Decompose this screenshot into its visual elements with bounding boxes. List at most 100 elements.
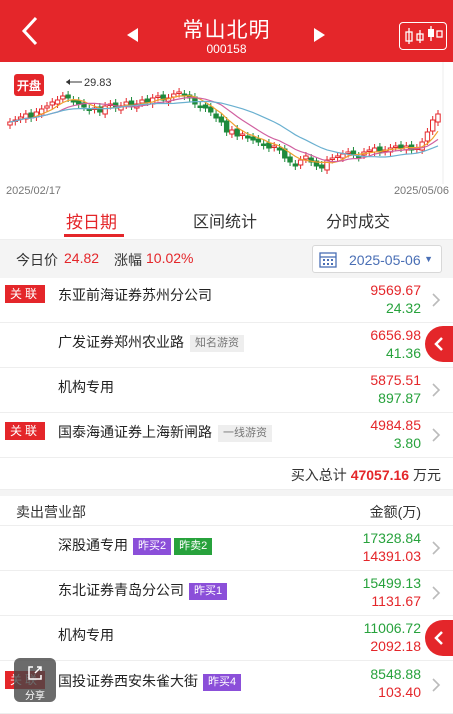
candle-body xyxy=(292,163,299,167)
broker-name: 机构专用 xyxy=(58,627,114,643)
buy-total-row: 买入总计 47057.16 万元 xyxy=(0,458,453,490)
candle-body xyxy=(239,133,246,136)
collapse-panel-button[interactable] xyxy=(425,620,453,656)
candle-body xyxy=(398,144,404,149)
candle-body xyxy=(340,153,346,159)
share-button[interactable]: 分享 xyxy=(14,658,56,702)
candle-body xyxy=(202,104,209,109)
sell-amount: 8548.88 xyxy=(370,666,421,682)
buy-row[interactable]: 机构专用 5875.51 897.87 xyxy=(0,368,453,413)
trader-badge: 知名游资 xyxy=(190,335,244,352)
broker-name: 东亚前海证券苏州分公司 xyxy=(58,287,212,303)
sell-amount: 41.36 xyxy=(385,345,421,361)
next-stock-button[interactable] xyxy=(310,26,328,44)
amount-unit-label: 金额(万) xyxy=(369,504,421,520)
candle-body xyxy=(75,100,82,105)
share-label: 分享 xyxy=(25,691,45,702)
yesterday-buy-badge: 昨买4 xyxy=(203,674,242,691)
candle-body xyxy=(424,131,431,142)
yesterday-buy-badge: 昨买2 xyxy=(133,538,172,555)
sell-amount: 897.87 xyxy=(378,390,421,406)
sell-row[interactable]: 深股通专用 昨买2 昨卖2 17328.84 14391.03 xyxy=(0,526,453,571)
chevron-right-icon xyxy=(432,293,441,307)
candle-body xyxy=(255,138,262,143)
candle-body xyxy=(329,157,336,160)
chevron-right-icon xyxy=(432,678,441,692)
buy-row[interactable]: 关联 东亚前海证券苏州分公司 9569.67 24.32 xyxy=(0,278,453,323)
sell-amount: 3.80 xyxy=(393,435,421,451)
candle-body xyxy=(86,108,92,111)
chevron-right-icon xyxy=(432,586,441,600)
candle-body xyxy=(49,101,55,106)
buy-amount: 2092.18 xyxy=(370,638,421,654)
share-icon xyxy=(28,666,42,680)
active-tab-indicator xyxy=(64,234,124,237)
candlestick-chart: 开盘 29.83 xyxy=(7,62,444,184)
chart-start-date: 2025/02/17 xyxy=(6,185,62,197)
tab-time-trades[interactable]: 分时成交 xyxy=(326,208,390,232)
broker-name: 深股通专用 昨买2 昨卖2 xyxy=(58,535,213,555)
buy-amount: 5875.51 xyxy=(370,372,421,388)
change-label: 涨幅 xyxy=(114,252,142,268)
broker-name: 国泰海通证券上海新闸路 一线游资 xyxy=(58,422,272,442)
candle-body xyxy=(393,145,399,148)
tab-bar: 按日期 区间统计 分时成交 xyxy=(0,200,453,240)
date-selector[interactable]: 2025-05-06 ▼ xyxy=(312,245,442,273)
sell-row[interactable]: 机构专用 11006.72 2092.18 xyxy=(0,616,453,661)
buy-amount: 4984.85 xyxy=(370,417,421,433)
broker-name: 机构专用 xyxy=(58,379,114,395)
sell-brokers-title: 卖出营业部 xyxy=(16,504,86,520)
chevron-right-icon xyxy=(432,428,441,442)
buy-total: 买入总计 47057.16 万元 xyxy=(290,467,441,483)
price-chart[interactable]: 开盘 29.83 xyxy=(0,62,453,200)
candle-body xyxy=(260,143,267,146)
chevron-right-icon xyxy=(432,383,441,397)
candle-body xyxy=(250,136,256,141)
peak-arrow-icon xyxy=(66,79,70,85)
candle-body xyxy=(139,99,145,104)
candle-body xyxy=(176,91,182,94)
sell-row[interactable]: 关联 国投证券西安朱雀大街昨买4 8548.88 103.40 xyxy=(0,661,453,714)
candle-body xyxy=(276,147,283,151)
candle-body xyxy=(197,105,203,108)
candle-body xyxy=(266,142,272,149)
tab-range-stats[interactable]: 区间统计 xyxy=(193,208,257,232)
candle-body xyxy=(234,128,240,137)
related-tag: 关联 xyxy=(5,285,45,303)
sell-row[interactable]: 东北证券青岛分公司 昨买1 15499.13 1131.67 xyxy=(0,571,453,616)
candle-body xyxy=(271,145,277,148)
related-tag: 关联 xyxy=(5,422,45,440)
buy-amount: 103.40 xyxy=(378,684,421,700)
broker-name: 东北证券青岛分公司 昨买1 xyxy=(58,580,228,600)
candle-body xyxy=(54,99,61,105)
buy-row[interactable]: 关联 国泰海通证券上海新闸路 一线游资 4984.85 3.80 xyxy=(0,413,453,458)
kline-view-button[interactable] xyxy=(399,22,447,50)
calendar-icon xyxy=(319,252,337,268)
price-label: 今日价 xyxy=(16,252,58,268)
candle-body xyxy=(297,159,304,166)
sell-amount: 15499.13 xyxy=(362,575,421,591)
candle-body xyxy=(350,150,357,155)
candlestick-icon xyxy=(405,26,443,44)
trader-badge: 一线游资 xyxy=(218,425,272,442)
stock-code: 000158 xyxy=(206,42,247,56)
candle-body xyxy=(287,156,293,163)
change-value: 10.02% xyxy=(146,250,194,266)
candle-body xyxy=(229,129,235,135)
chevron-right-icon xyxy=(432,541,441,555)
tab-by-date[interactable]: 按日期 xyxy=(66,208,117,233)
candle-body xyxy=(430,119,436,132)
broker-name: 广发证券郑州农业路 知名游资 xyxy=(58,332,244,352)
candle-body xyxy=(213,113,219,119)
chevron-left-icon xyxy=(434,337,443,351)
buy-amount: 1131.67 xyxy=(371,593,421,609)
broker-name: 国投证券西安朱雀大街 昨买4 xyxy=(58,671,242,691)
dropdown-arrow-icon: ▼ xyxy=(424,254,433,264)
price-value: 24.82 xyxy=(64,250,100,266)
candle-body xyxy=(144,98,151,103)
collapse-panel-button[interactable] xyxy=(425,326,453,362)
candle-body xyxy=(155,95,161,98)
buy-row[interactable]: 广发证券郑州农业路 知名游资 6656.98 41.36 xyxy=(0,323,453,368)
top-bar: 常山北明 000158 xyxy=(0,0,453,62)
yesterday-sell-badge: 昨卖2 xyxy=(174,538,213,555)
